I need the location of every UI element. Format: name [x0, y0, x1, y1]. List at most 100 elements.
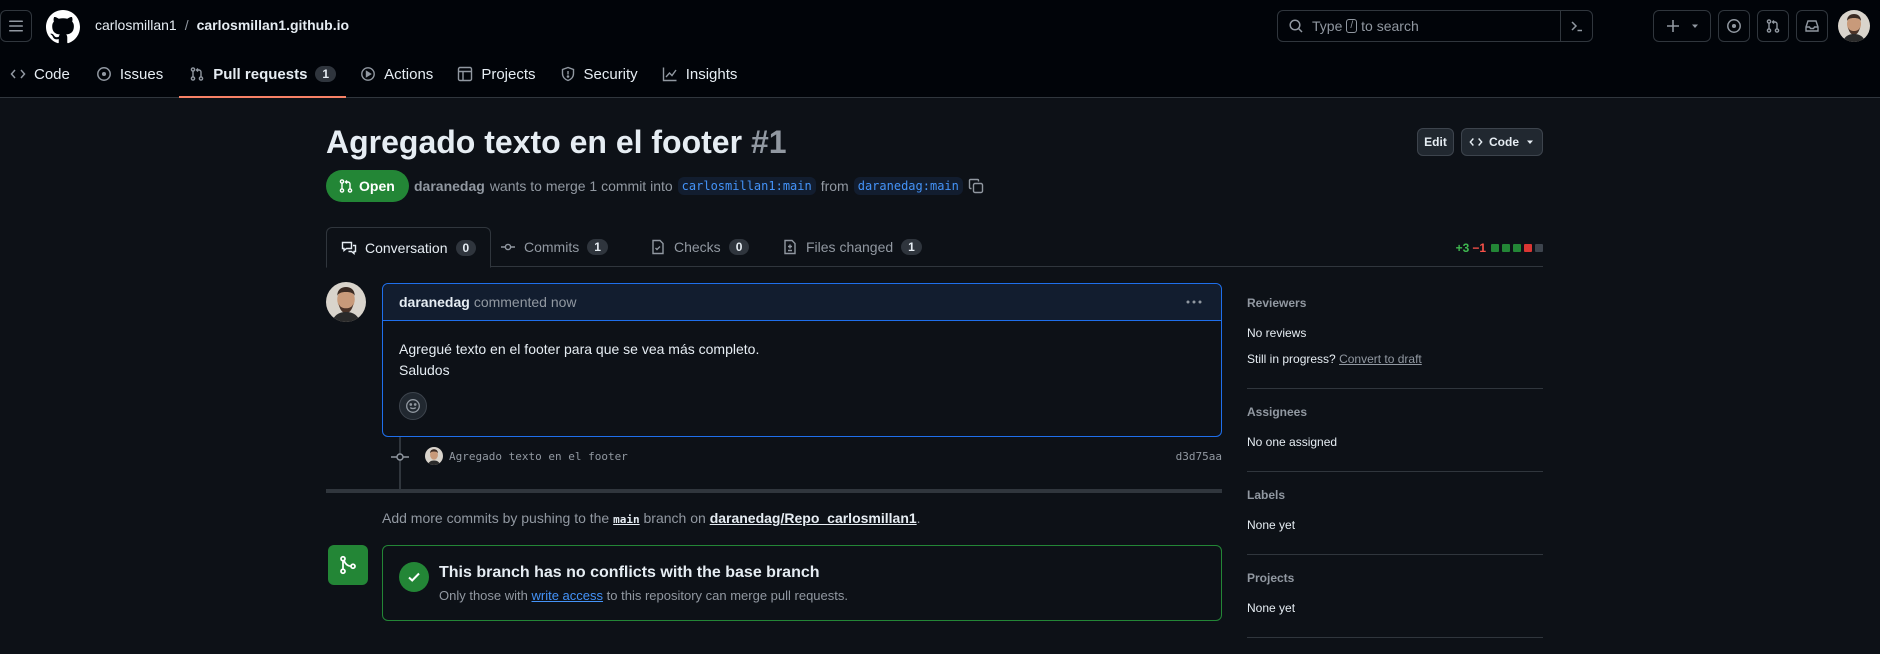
sidebar-labels-heading[interactable]: Labels	[1247, 488, 1543, 502]
sidebar-reviewers-value: No reviews	[1247, 326, 1307, 340]
merge-sub-pre: Only those with	[439, 588, 528, 603]
tab-files-changed-count: 1	[901, 239, 922, 255]
convert-to-draft-link[interactable]: Convert to draft	[1339, 352, 1422, 366]
nav-projects[interactable]: Projects	[447, 56, 545, 92]
write-access-link[interactable]: write access	[532, 588, 604, 603]
sidebar-assignees: Assignees No one assigned	[1247, 405, 1543, 472]
tab-conversation[interactable]: Conversation 0	[326, 227, 492, 268]
issues-button[interactable]	[1718, 10, 1750, 42]
commit-sha[interactable]: d3d75aa	[1176, 450, 1222, 463]
comment-time[interactable]: commented now	[474, 294, 577, 310]
timeline-commit: Agregado texto en el footer d3d75aa	[390, 445, 1222, 469]
comment-options-button[interactable]	[1185, 294, 1203, 310]
code-icon	[10, 69, 26, 79]
head-branch[interactable]: daranedag:main	[853, 177, 963, 195]
search-input[interactable]: Type / to search	[1277, 10, 1593, 42]
menu-button[interactable]	[0, 10, 32, 42]
comment-line: Agregué texto en el footer para que se v…	[399, 341, 760, 357]
tab-files-changed-label: Files changed	[806, 239, 894, 255]
add-reaction-button[interactable]	[399, 392, 427, 420]
play-icon	[361, 67, 376, 81]
nav-security[interactable]: Security	[550, 56, 648, 92]
copy-icon[interactable]	[968, 178, 984, 194]
sidebar-assignees-heading[interactable]: Assignees	[1247, 405, 1543, 419]
graph-icon	[662, 67, 677, 82]
tab-checks-count: 0	[728, 239, 750, 255]
diffstat-block	[1513, 244, 1521, 252]
comment-author-avatar[interactable]	[326, 282, 366, 322]
nav-actions-label: Actions	[384, 65, 434, 83]
breadcrumb-repo[interactable]: carlosmillan1.github.io	[197, 17, 349, 33]
search-placeholder-post: to search	[1361, 18, 1419, 34]
nav-pull-requests[interactable]: Pull requests 1	[179, 56, 347, 98]
repo-nav: Code Issues Pull requests 1 Actions Proj…	[0, 56, 747, 98]
nav-issues-label: Issues	[119, 65, 164, 83]
search-shortcut-key: /	[1346, 19, 1358, 33]
git-commit-icon	[391, 453, 409, 461]
sidebar-projects: Projects None yet	[1247, 571, 1543, 638]
diffstat-additions: +3	[1455, 241, 1470, 255]
add-more-commits-text: Add more commits by pushing to the main …	[382, 510, 921, 526]
file-diff-icon	[784, 239, 796, 255]
breadcrumb: carlosmillan1 / carlosmillan1.github.io	[95, 17, 349, 33]
timeline-divider	[326, 489, 1222, 493]
commit-author-avatar[interactable]	[425, 447, 443, 465]
tab-commits-label: Commits	[524, 239, 580, 255]
diffstat-block	[1502, 244, 1510, 252]
triangle-down-icon	[1527, 140, 1533, 144]
user-avatar[interactable]	[1838, 10, 1870, 42]
pull-requests-button[interactable]	[1757, 10, 1789, 42]
header-row: carlosmillan1 / carlosmillan1.github.io …	[0, 8, 1880, 44]
sidebar-reviewers-heading[interactable]: Reviewers	[1247, 296, 1543, 310]
commit-message[interactable]: Agregado texto en el footer	[449, 450, 628, 463]
tab-checks[interactable]: Checks 0	[636, 227, 763, 267]
nav-insights[interactable]: Insights	[652, 56, 748, 92]
add-more-branch[interactable]: main	[613, 513, 640, 526]
breadcrumb-owner[interactable]: carlosmillan1	[95, 17, 177, 33]
pr-meta: daranedag wants to merge 1 commit into c…	[414, 177, 984, 195]
sidebar-assignees-value: No one assigned	[1247, 435, 1338, 449]
pr-author[interactable]: daranedag	[414, 178, 485, 194]
edit-button[interactable]: Edit	[1417, 128, 1454, 156]
code-dropdown-label: Code	[1489, 135, 1519, 149]
sidebar-labels-value: None yet	[1247, 518, 1296, 532]
merge-box: This branch has no conflicts with the ba…	[382, 545, 1222, 621]
nav-issues[interactable]: Issues	[86, 56, 173, 92]
pr-number: #1	[750, 124, 787, 160]
merge-box-subtitle: Only those with write access to this rep…	[439, 588, 848, 603]
command-palette-button[interactable]	[1560, 10, 1592, 42]
head-repo-link[interactable]: daranedag/Repo_carlosmillan1	[710, 510, 917, 526]
pr-state-label: Open	[359, 178, 395, 194]
nav-insights-label: Insights	[685, 65, 738, 83]
tab-commits[interactable]: Commits 1	[486, 227, 622, 267]
edit-button-label: Edit	[1424, 135, 1447, 149]
nav-security-label: Security	[583, 65, 638, 83]
hamburger-icon	[9, 20, 23, 32]
nav-code[interactable]: Code	[0, 56, 80, 92]
sidebar-projects-heading[interactable]: Projects	[1247, 571, 1543, 585]
tab-conversation-count: 0	[455, 239, 477, 256]
create-new-button[interactable]	[1653, 10, 1711, 42]
base-branch[interactable]: carlosmillan1:main	[677, 177, 816, 195]
tab-files-changed[interactable]: Files changed 1	[768, 227, 936, 267]
pr-title-text: Agregado texto en el footer	[326, 124, 743, 160]
breadcrumb-separator: /	[184, 17, 189, 33]
comment-author[interactable]: daranedag	[399, 294, 470, 310]
diffstat-block	[1524, 244, 1532, 252]
comment-body: Agregué texto en el footer para que se v…	[383, 321, 1221, 399]
sidebar-progress-question: Still in progress?	[1247, 352, 1336, 366]
git-commit-icon	[501, 243, 515, 251]
nav-pull-requests-label: Pull requests	[213, 65, 308, 83]
merge-box-title: This branch has no conflicts with the ba…	[439, 564, 820, 581]
inbox-icon	[1805, 20, 1819, 32]
pr-state-badge: Open	[326, 170, 409, 202]
diffstat-block	[1535, 244, 1543, 252]
github-logo-icon[interactable]	[46, 10, 80, 44]
merge-status-icon	[328, 545, 368, 585]
table-icon	[458, 66, 473, 82]
comment-header: daranedag commented now	[383, 284, 1221, 321]
inbox-button[interactable]	[1796, 10, 1828, 42]
sidebar-projects-value: None yet	[1247, 601, 1296, 615]
nav-actions[interactable]: Actions	[350, 56, 443, 92]
code-dropdown-button[interactable]: Code	[1461, 128, 1543, 156]
